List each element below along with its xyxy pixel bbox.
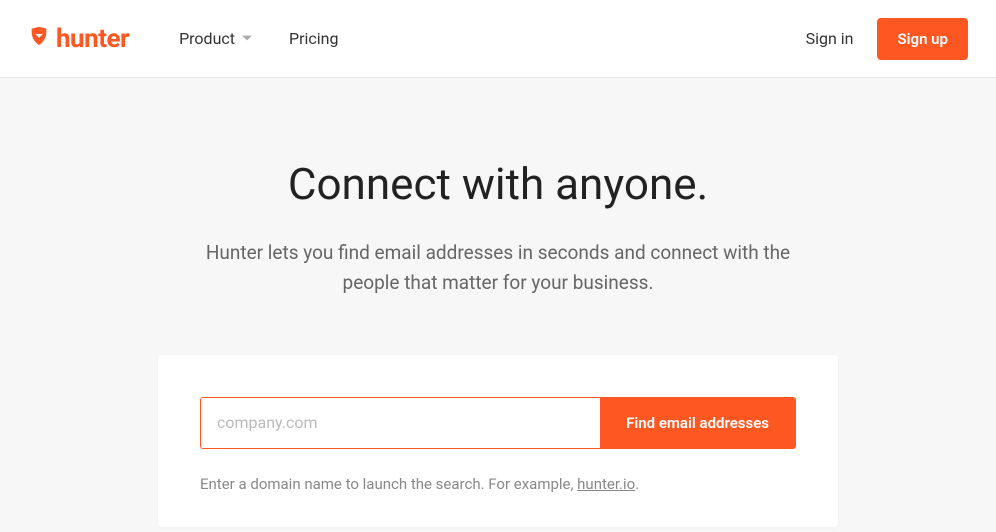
signin-link[interactable]: Sign in — [806, 29, 854, 48]
header: hunter Product Pricing Sign in Sign up — [0, 0, 996, 78]
search-card: Find email addresses Enter a domain name… — [158, 355, 838, 527]
signup-button[interactable]: Sign up — [877, 18, 968, 60]
hint-example-link[interactable]: hunter.io — [577, 475, 635, 493]
hero: Connect with anyone. Hunter lets you fin… — [0, 78, 996, 527]
search-hint: Enter a domain name to launch the search… — [200, 475, 796, 493]
search-bar: Find email addresses — [200, 397, 796, 449]
domain-input[interactable] — [201, 398, 600, 448]
nav-pricing[interactable]: Pricing — [289, 29, 339, 48]
logo-text: hunter — [56, 24, 129, 54]
nav-product-label: Product — [179, 29, 235, 48]
chevron-down-icon — [241, 29, 253, 48]
logo-icon — [28, 24, 50, 54]
hero-subtitle: Hunter lets you find email addresses in … — [188, 238, 808, 299]
hint-prefix: Enter a domain name to launch the search… — [200, 475, 577, 493]
hero-title: Connect with anyone. — [0, 158, 996, 210]
nav: Product Pricing — [179, 29, 338, 48]
logo[interactable]: hunter — [28, 24, 129, 54]
hint-suffix: . — [635, 475, 639, 493]
find-emails-button[interactable]: Find email addresses — [600, 398, 795, 448]
nav-product[interactable]: Product — [179, 29, 253, 48]
nav-pricing-label: Pricing — [289, 29, 339, 48]
